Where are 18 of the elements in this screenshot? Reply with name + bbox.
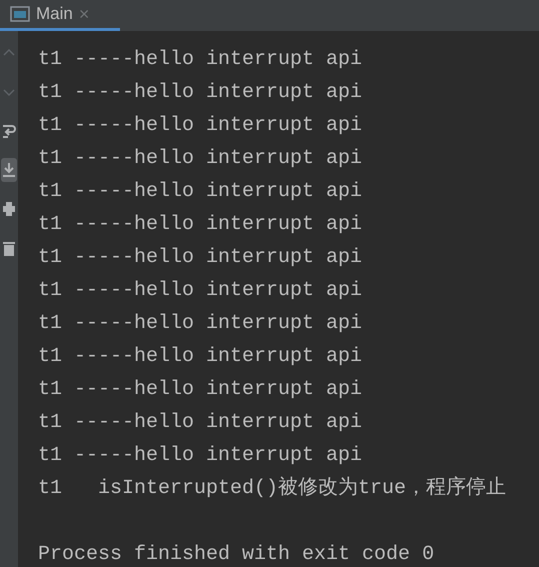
console-line: t1 -----hello interrupt api xyxy=(38,47,364,73)
exit-message: Process finished with exit code 0 xyxy=(38,542,436,567)
console-line: t1 -----hello interrupt api xyxy=(38,113,364,139)
console-line: t1 -----hello interrupt api xyxy=(38,212,364,238)
console-line: t1 -----hello interrupt api xyxy=(38,245,364,271)
console-line: t1 -----hello interrupt api xyxy=(38,410,364,436)
tab-label: Main xyxy=(36,4,73,24)
console-line: t1 isInterrupted()被修改为true，程序停止 xyxy=(38,475,508,502)
console-line: t1 -----hello interrupt api xyxy=(38,278,364,304)
console-line: t1 -----hello interrupt api xyxy=(38,179,364,205)
console-line: t1 -----hello interrupt api xyxy=(38,146,364,172)
console-line: t1 -----hello interrupt api xyxy=(38,311,364,337)
scroll-to-end-icon[interactable] xyxy=(1,158,17,182)
console-line: t1 -----hello interrupt api xyxy=(38,443,364,469)
window-icon xyxy=(10,6,30,22)
console-line: t1 -----hello interrupt api xyxy=(38,344,364,370)
console-line: t1 -----hello interrupt api xyxy=(38,377,364,403)
console-line: t1 -----hello interrupt api xyxy=(38,80,364,106)
